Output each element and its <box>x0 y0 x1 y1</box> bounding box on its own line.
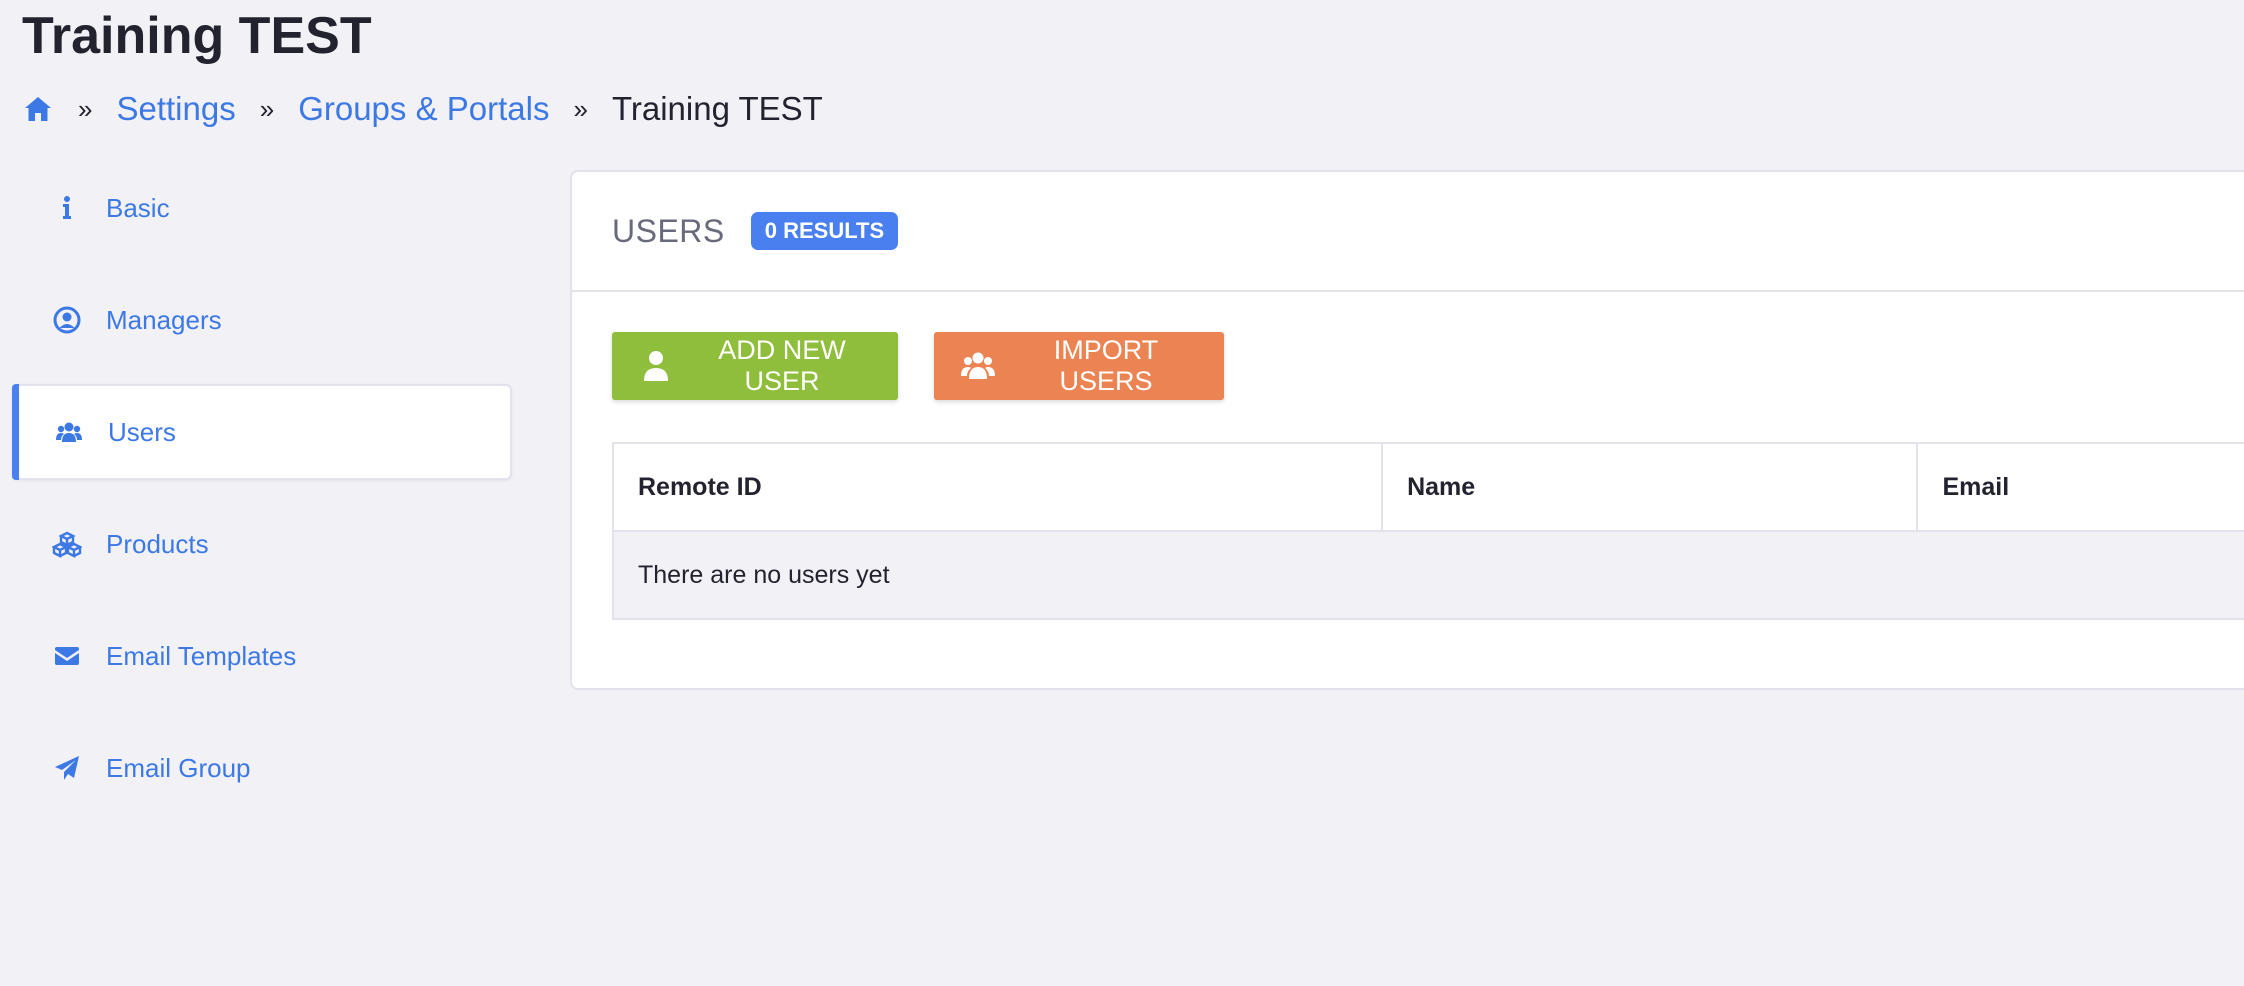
sidebar-item-label: Products <box>106 528 209 559</box>
action-buttons: ADD NEW USER IMPORT USERS <box>612 332 1260 400</box>
breadcrumb-separator: » <box>573 93 588 124</box>
users-panel: USERS 0 RESULTS ADD NEW USER IMPORT USER… <box>570 170 2244 690</box>
sidebar-item-email-templates[interactable]: Email Templates <box>12 608 512 704</box>
users-icon <box>960 348 996 384</box>
users-table: Remote ID Name Email There are no users … <box>612 442 2244 620</box>
home-icon[interactable] <box>22 93 54 125</box>
sidebar-item-label: Basic <box>106 192 170 223</box>
user-circle-icon <box>52 305 82 335</box>
sidebar-item-label: Managers <box>106 304 222 335</box>
users-icon <box>54 417 84 447</box>
breadcrumb-separator: » <box>259 93 275 124</box>
column-header-name[interactable]: Name <box>1383 444 1919 530</box>
page-title: Training TEST <box>22 7 372 65</box>
breadcrumb-current: Training TEST <box>611 90 823 127</box>
empty-message: There are no users yet <box>614 532 2244 618</box>
sidebar-item-label: Users <box>108 416 176 447</box>
breadcrumb-settings[interactable]: Settings <box>116 90 235 128</box>
results-badge: 0 RESULTS <box>750 212 899 250</box>
sidebar: Basic Managers Users Products Email Temp… <box>12 160 512 832</box>
import-users-label: IMPORT USERS <box>1053 335 1159 396</box>
panel-header: USERS 0 RESULTS <box>572 172 2244 292</box>
add-new-user-button[interactable]: ADD NEW USER <box>612 332 898 400</box>
sidebar-item-managers[interactable]: Managers <box>12 272 512 368</box>
sidebar-item-basic[interactable]: Basic <box>12 160 512 256</box>
info-icon <box>52 193 82 223</box>
sidebar-item-label: Email Templates <box>106 640 297 671</box>
breadcrumb: » Settings » Groups & Portals » Training… <box>22 86 823 132</box>
cubes-icon <box>52 529 82 559</box>
breadcrumb-separator: » <box>78 93 93 124</box>
sidebar-item-products[interactable]: Products <box>12 496 512 592</box>
import-users-button[interactable]: IMPORT USERS <box>934 332 1224 400</box>
sidebar-item-label: Email Group <box>106 752 251 783</box>
sidebar-item-users[interactable]: Users <box>12 384 512 480</box>
user-icon <box>638 348 674 384</box>
panel-title: USERS <box>612 212 725 249</box>
add-new-user-label: ADD NEW USER <box>718 335 846 396</box>
column-header-email[interactable]: Email <box>1918 444 2244 530</box>
paper-plane-icon <box>52 753 82 783</box>
sidebar-item-email-group[interactable]: Email Group <box>12 720 512 816</box>
column-header-remote-id[interactable]: Remote ID <box>614 444 1384 530</box>
envelope-icon <box>52 641 82 671</box>
breadcrumb-groups-portals[interactable]: Groups & Portals <box>298 90 549 128</box>
table-header: Remote ID Name Email <box>614 444 2244 532</box>
